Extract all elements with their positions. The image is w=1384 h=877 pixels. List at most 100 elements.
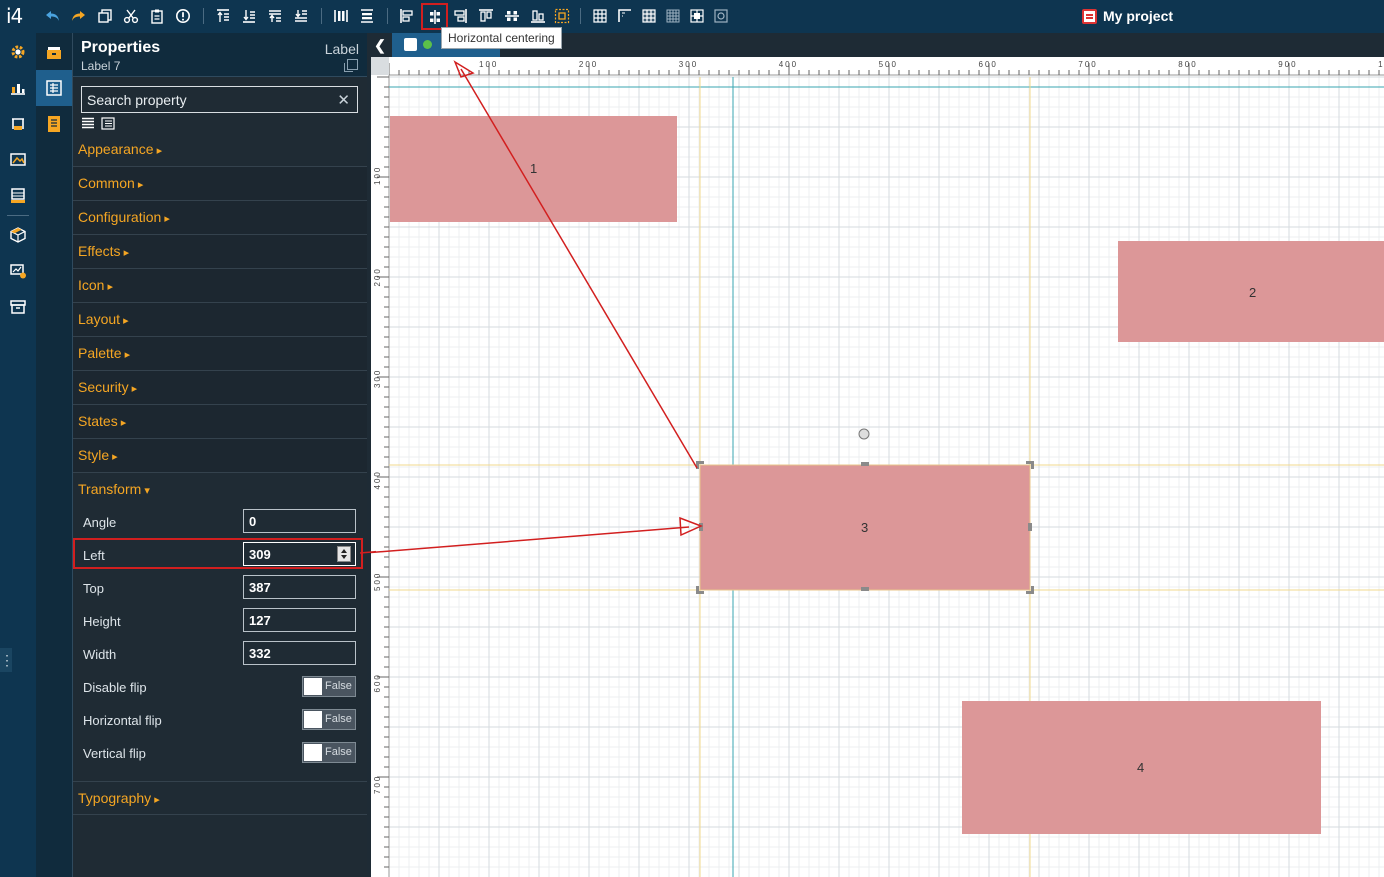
distribute-horizontal-icon[interactable] [332,7,350,25]
prop-row-height: Height 127 [73,604,367,637]
grid-dense-icon[interactable] [664,7,682,25]
category-label: States [78,413,126,429]
project-title[interactable]: My project [1082,8,1173,24]
category-common[interactable]: Common [73,167,367,201]
redo-icon[interactable] [69,7,87,25]
category-palette[interactable]: Palette [73,337,367,371]
category-typography[interactable]: Typography [73,781,367,815]
prop-row-disable-flip: Disable flip False [73,670,367,703]
left-input[interactable]: 309 [243,542,356,566]
ruler-corner [371,57,389,75]
category-transform[interactable]: Transform [73,473,367,507]
send-back-icon[interactable] [240,7,258,25]
page-icon [404,38,417,51]
category-label: Icon [78,277,113,293]
select-area-icon[interactable] [688,7,706,25]
more-options-icon[interactable]: ⋮ [0,648,14,672]
panel-toolbox-icon[interactable] [36,35,72,71]
widget-library-icon[interactable] [6,112,30,136]
category-label: Layout [78,311,129,327]
category-configuration[interactable]: Configuration [73,201,367,235]
ruler-top-label: 300 [679,60,698,69]
project-icon [1082,8,1097,24]
status-dot [423,40,432,49]
grid-icon[interactable] [591,7,609,25]
ruler-top-label: 200 [579,60,598,69]
widget-3-label: 3 [861,520,869,535]
center-page-icon[interactable] [553,7,571,25]
top-input[interactable]: 387 [243,575,356,599]
settings-gear-icon[interactable] [6,40,30,64]
category-label: Common [78,175,143,191]
cut-icon[interactable] [122,7,140,25]
send-backward-icon[interactable] [292,7,310,25]
align-center-horizontal-icon[interactable] [421,3,448,30]
prop-label: Top [83,581,104,596]
app-logo: i4 [6,4,23,28]
align-left-icon[interactable] [398,7,416,25]
search-property-field[interactable]: ✕ [81,86,358,113]
category-appearance[interactable]: Appearance [73,133,367,167]
prop-label: Vertical flip [83,746,146,761]
spinner-icon[interactable] [337,546,351,562]
category-style[interactable]: Style [73,439,367,473]
angle-input[interactable]: 0 [243,509,356,533]
align-bottom-icon[interactable] [529,7,547,25]
copy-icon[interactable] [344,59,358,72]
width-input[interactable]: 332 [243,641,356,665]
height-input[interactable]: 127 [243,608,356,632]
duplicate-icon[interactable] [96,7,114,25]
widget-2-label: 2 [1249,285,1257,300]
ruler-top-label: 800 [1178,60,1197,69]
vertical-flip-toggle[interactable]: False [302,742,356,763]
left-value: 309 [249,547,271,562]
zoom-fit-icon[interactable] [712,7,730,25]
distribute-vertical-icon[interactable] [358,7,376,25]
ruler-left-label: 700 [373,775,382,794]
monitor-settings-icon[interactable] [6,259,30,283]
toggle-knob [304,678,322,695]
category-icon[interactable]: Icon [73,269,367,303]
info-icon[interactable] [174,7,192,25]
snap-guides-icon[interactable] [616,7,634,25]
archive-icon[interactable] [6,295,30,319]
design-canvas[interactable]: 100 200 300 400 500 600 700 800 900 1 100 200 300 40… [371,57,1384,877]
ruler-top: 100 200 300 400 500 600 700 800 900 1 [371,57,1384,76]
rotate-handle[interactable] [858,428,870,440]
align-top-icon[interactable] [477,7,495,25]
canvas-svg[interactable]: 100 200 300 400 500 600 700 800 900 1 100 200 300 40… [371,57,1384,877]
selected-element-type: Label [324,41,359,57]
disable-flip-toggle[interactable]: False [302,676,356,697]
data-grid-icon[interactable] [6,184,30,208]
chart-dashboard-icon[interactable] [6,76,30,100]
ruler-top-label: 700 [1078,60,1097,69]
widget-4-label: 4 [1137,760,1145,775]
panel-notes-icon[interactable] [36,106,72,142]
annotation-connector [360,550,376,554]
horizontal-flip-toggle[interactable]: False [302,709,356,730]
align-middle-vertical-icon[interactable] [503,7,521,25]
clear-search-icon[interactable]: ✕ [337,91,350,109]
list-view-icon[interactable] [81,117,95,130]
image-editor-icon[interactable] [6,148,30,172]
ruler-left-label: 100 [373,166,382,185]
toggle-value: False [325,713,352,725]
category-effects[interactable]: Effects [73,235,367,269]
bring-forward-icon[interactable] [266,7,284,25]
paste-icon[interactable] [148,7,166,25]
align-right-icon[interactable] [451,7,469,25]
prop-label: Angle [83,515,117,530]
search-input[interactable] [82,87,357,112]
category-states[interactable]: States [73,405,367,439]
category-view-icon[interactable] [101,117,115,130]
grid-snap-icon[interactable] [640,7,658,25]
ruler-left-label: 400 [373,470,382,489]
category-layout[interactable]: Layout [73,303,367,337]
category-security[interactable]: Security [73,371,367,405]
panel-properties-icon[interactable] [36,70,72,106]
undo-icon[interactable] [44,7,62,25]
bring-front-icon[interactable] [214,7,232,25]
collapse-panel-icon[interactable]: ❮ [371,37,389,55]
ruler-left-label: 500 [373,572,382,591]
package-icon[interactable] [6,223,30,247]
